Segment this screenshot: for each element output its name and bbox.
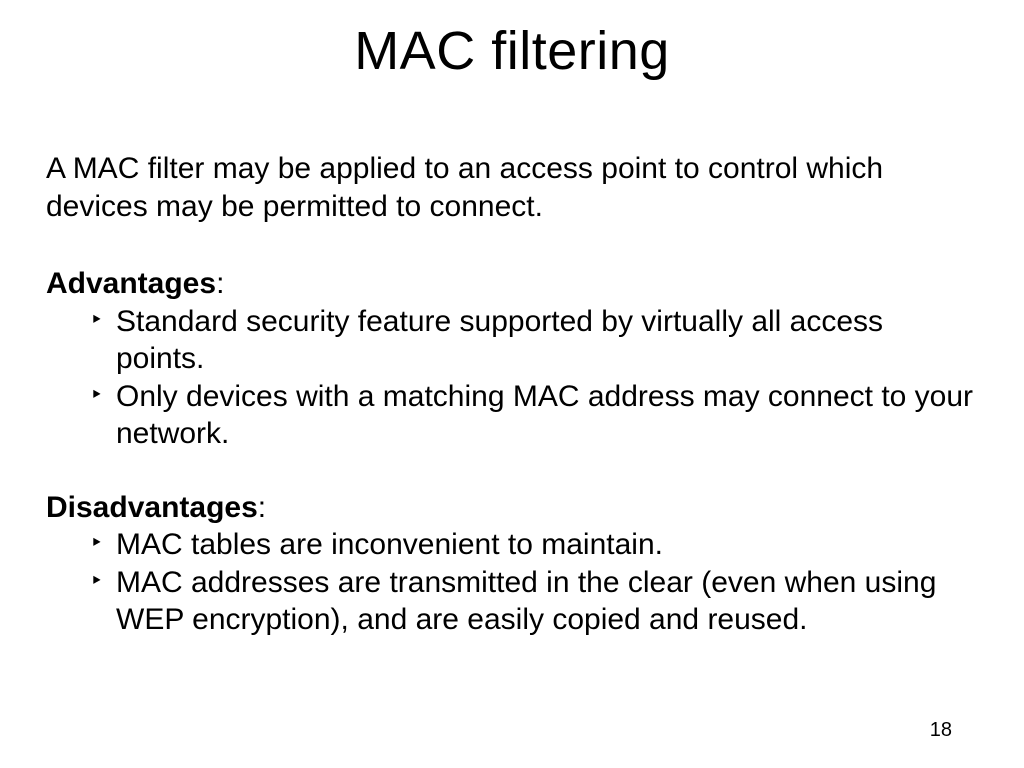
intro-text: A MAC filter may be applied to an access…	[46, 150, 978, 225]
disadvantages-colon: :	[258, 491, 266, 524]
disadvantages-heading: Disadvantages	[46, 491, 258, 524]
list-item: ‣ MAC tables are inconvenient to maintai…	[46, 526, 978, 564]
list-item-text: MAC addresses are transmitted in the cle…	[116, 566, 936, 637]
disadvantages-section: Disadvantages: ‣ MAC tables are inconven…	[46, 489, 978, 639]
slide-title: MAC filtering	[0, 20, 1024, 82]
list-item-text: MAC tables are inconvenient to maintain.	[116, 528, 663, 561]
bullet-icon: ‣	[90, 309, 103, 331]
list-item-text: Standard security feature supported by v…	[116, 305, 883, 376]
bullet-icon: ‣	[90, 570, 103, 592]
bullet-icon: ‣	[90, 532, 103, 554]
bullet-icon: ‣	[90, 384, 103, 406]
list-item: ‣ Only devices with a matching MAC addre…	[46, 378, 978, 453]
list-item-text: Only devices with a matching MAC address…	[116, 380, 973, 451]
list-item: ‣ Standard security feature supported by…	[46, 303, 978, 378]
advantages-heading: Advantages	[46, 267, 216, 300]
advantages-colon: :	[216, 267, 224, 300]
disadvantages-list: ‣ MAC tables are inconvenient to maintai…	[46, 526, 978, 639]
advantages-section: Advantages: ‣ Standard security feature …	[46, 265, 978, 453]
list-item: ‣ MAC addresses are transmitted in the c…	[46, 564, 978, 639]
slide: MAC filtering A MAC filter may be applie…	[0, 0, 1024, 768]
slide-body: A MAC filter may be applied to an access…	[46, 150, 978, 675]
advantages-list: ‣ Standard security feature supported by…	[46, 303, 978, 453]
page-number: 18	[930, 719, 952, 742]
